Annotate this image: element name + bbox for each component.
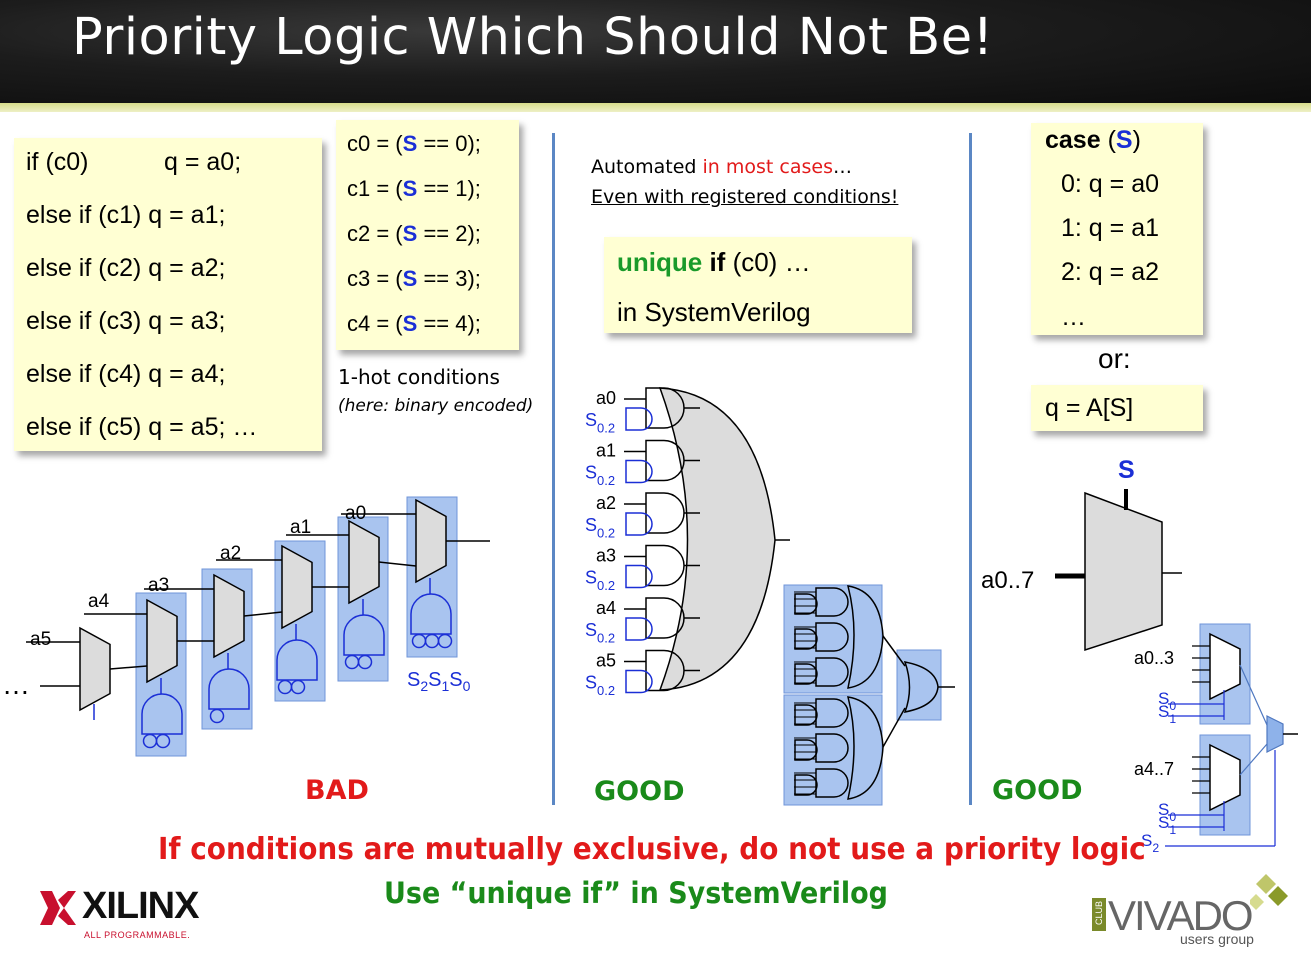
select-label: S0.2 [585,515,615,540]
good-label-right: GOOD [992,775,1083,806]
input-label-a0: a0 [345,503,366,524]
submux-label: a4..7 [1134,759,1174,779]
circuit-diagrams: a5…a4a3a2a1a0S2S1S0 a0S0.2a1S0.2a2S0.2a3… [2,387,1298,855]
and-input-a3: a3 [596,546,616,566]
xilinx-mark-icon [40,891,76,925]
vivado-logo: CLUB VIVADO users group [1088,868,1298,948]
and-input-a2: a2 [596,493,616,513]
vivado-leaf-icon [1250,874,1288,910]
and-input-a4: a4 [596,598,616,618]
select-gate [625,564,653,589]
final-mux [1266,715,1284,753]
and-input-a5: a5 [596,651,616,671]
ellipsis-label: … [2,669,30,700]
select-gate [625,669,653,694]
select-gate [625,407,653,431]
input-label-a3: a3 [148,575,169,596]
select-label: S0.2 [585,568,615,593]
input-label-a2: a2 [220,543,241,564]
and-input-a1: a1 [596,441,616,461]
tree-panel [783,584,883,694]
input-label-a5: a5 [30,629,51,650]
recommendation-line: Use “unique if” in SystemVerilog [384,876,888,910]
big-or-gate [658,387,776,691]
big-mux-input-label: a0..7 [981,567,1034,594]
xilinx-wordmark: XILINX [82,885,199,927]
select-label: S0.2 [585,410,615,435]
good-label-middle: GOOD [594,776,685,807]
big-mux [1084,491,1163,652]
bad-label: BAD [305,775,369,806]
xilinx-logo: XILINX ALL PROGRAMMABLE. [38,882,208,942]
select-gate [625,459,653,484]
input-label-a1: a1 [290,517,311,538]
select-label: S0.2 [585,463,615,488]
select-bits-label: S2S1S0 [407,669,471,694]
conclusion-line: If conditions are mutually exclusive, do… [158,832,1146,867]
big-mux-select-label: S [1118,456,1135,484]
tree-panel [783,694,883,806]
vivado-tagline: users group [1180,931,1254,947]
input-label-a4: a4 [88,591,110,612]
and-input-a0: a0 [596,388,616,408]
mux-stage-0 [79,626,111,712]
tree-wire [882,707,906,748]
xilinx-tagline: ALL PROGRAMMABLE. [84,930,191,940]
select-label: S0.2 [585,620,615,645]
and-or-diagram: a0S0.2a1S0.2a2S0.2a3S0.2a4S0.2a5S0.2 [585,387,955,806]
select-gate [625,617,653,641]
priority-mux-chain-diagram: a5… a4 a3 a2 a1 a0 S2S1S0 [2,496,490,757]
submux-label: a0..3 [1134,648,1174,668]
vivado-club: CLUB [1094,901,1104,926]
select-gate [625,512,653,536]
select-label: S0.2 [585,673,615,698]
